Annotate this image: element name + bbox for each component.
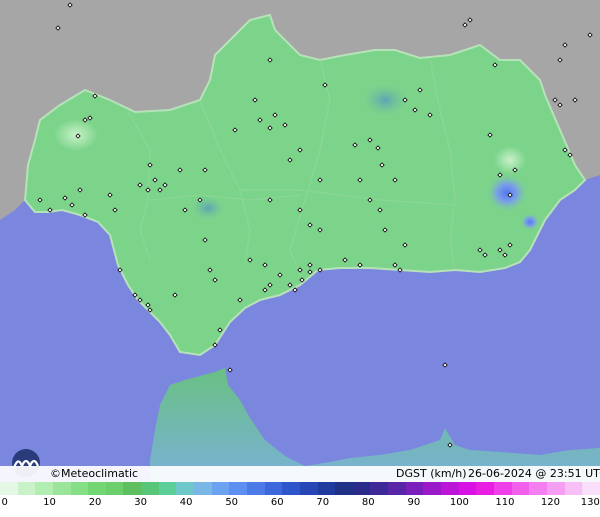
legend-swatch — [70, 482, 89, 495]
gust-map — [0, 0, 600, 482]
legend-swatch — [335, 482, 353, 495]
legend-swatch — [88, 482, 106, 495]
legend-swatch — [52, 482, 71, 495]
legend-swatch — [388, 482, 406, 495]
legend-swatch — [493, 482, 512, 495]
brand-name: Meteoclimatic — [61, 467, 139, 480]
legend-tick-label: 10 — [43, 497, 56, 508]
legend-tick-label: 80 — [361, 497, 375, 508]
legend-swatch — [441, 482, 459, 495]
legend-tick-label: 130 — [580, 497, 600, 508]
legend-swatch — [299, 482, 318, 495]
legend-tick-label: 50 — [225, 497, 239, 508]
gust-highlight — [192, 196, 224, 220]
timestamp: 26-06-2024 @ 23:51 UTC — [468, 467, 600, 480]
legend-swatch — [176, 482, 195, 495]
legend-swatch — [17, 482, 36, 495]
legend-tick-label: 20 — [88, 497, 102, 508]
legend-swatch — [317, 482, 336, 495]
copyright-symbol: © — [50, 467, 61, 480]
legend-swatch — [194, 482, 212, 495]
legend-swatch — [370, 482, 389, 495]
legend-swatch — [546, 482, 565, 495]
legend-swatch — [458, 482, 477, 495]
legend-swatch — [423, 482, 442, 495]
legend-color-bar — [0, 482, 600, 495]
legend-tick-label: 0 — [1, 497, 8, 508]
legend-swatch — [211, 482, 230, 495]
gust-highlight — [54, 119, 98, 151]
legend-swatch — [141, 482, 159, 495]
gust-highlight — [494, 146, 526, 174]
legend-tick-label: 100 — [449, 497, 469, 508]
legend-swatch — [35, 482, 53, 495]
map-view: ©Meteoclimatic DGST (km/h) 26-06-2024 @ … — [0, 0, 600, 517]
legend-swatch — [476, 482, 494, 495]
legend-swatch — [405, 482, 424, 495]
gust-hotspot — [485, 173, 529, 213]
legend-swatch — [229, 482, 247, 495]
legend-swatch — [105, 482, 124, 495]
color-legend: 0 10 20 30 40 50 60 70 80 90 100 110 120 130 — [0, 482, 600, 517]
legend-tick-label: 60 — [270, 497, 284, 508]
legend-tick-label: 30 — [134, 497, 147, 508]
legend-swatch — [282, 482, 300, 495]
legend-tick-label: 40 — [179, 497, 193, 508]
gust-hotspot — [520, 213, 540, 231]
legend-tick-label: 110 — [495, 497, 515, 508]
legend-swatch — [352, 482, 371, 495]
legend-tick-label: 90 — [407, 497, 421, 508]
legend-swatch — [582, 482, 600, 495]
legend-swatch — [529, 482, 547, 495]
parameter-label: DGST (km/h) — [396, 467, 467, 480]
legend-swatch — [564, 482, 583, 495]
legend-swatch — [158, 482, 177, 495]
brand-credit: ©Meteoclimatic — [50, 466, 138, 482]
info-bar: ©Meteoclimatic DGST (km/h) 26-06-2024 @ … — [0, 466, 600, 482]
legend-swatch — [0, 482, 18, 495]
legend-tick-label: 70 — [316, 497, 330, 508]
legend-swatch — [511, 482, 530, 495]
legend-tick-label: 120 — [540, 497, 560, 508]
legend-swatch — [246, 482, 265, 495]
legend-swatch — [123, 482, 142, 495]
gust-highlight — [363, 84, 407, 116]
legend-swatch — [264, 482, 283, 495]
